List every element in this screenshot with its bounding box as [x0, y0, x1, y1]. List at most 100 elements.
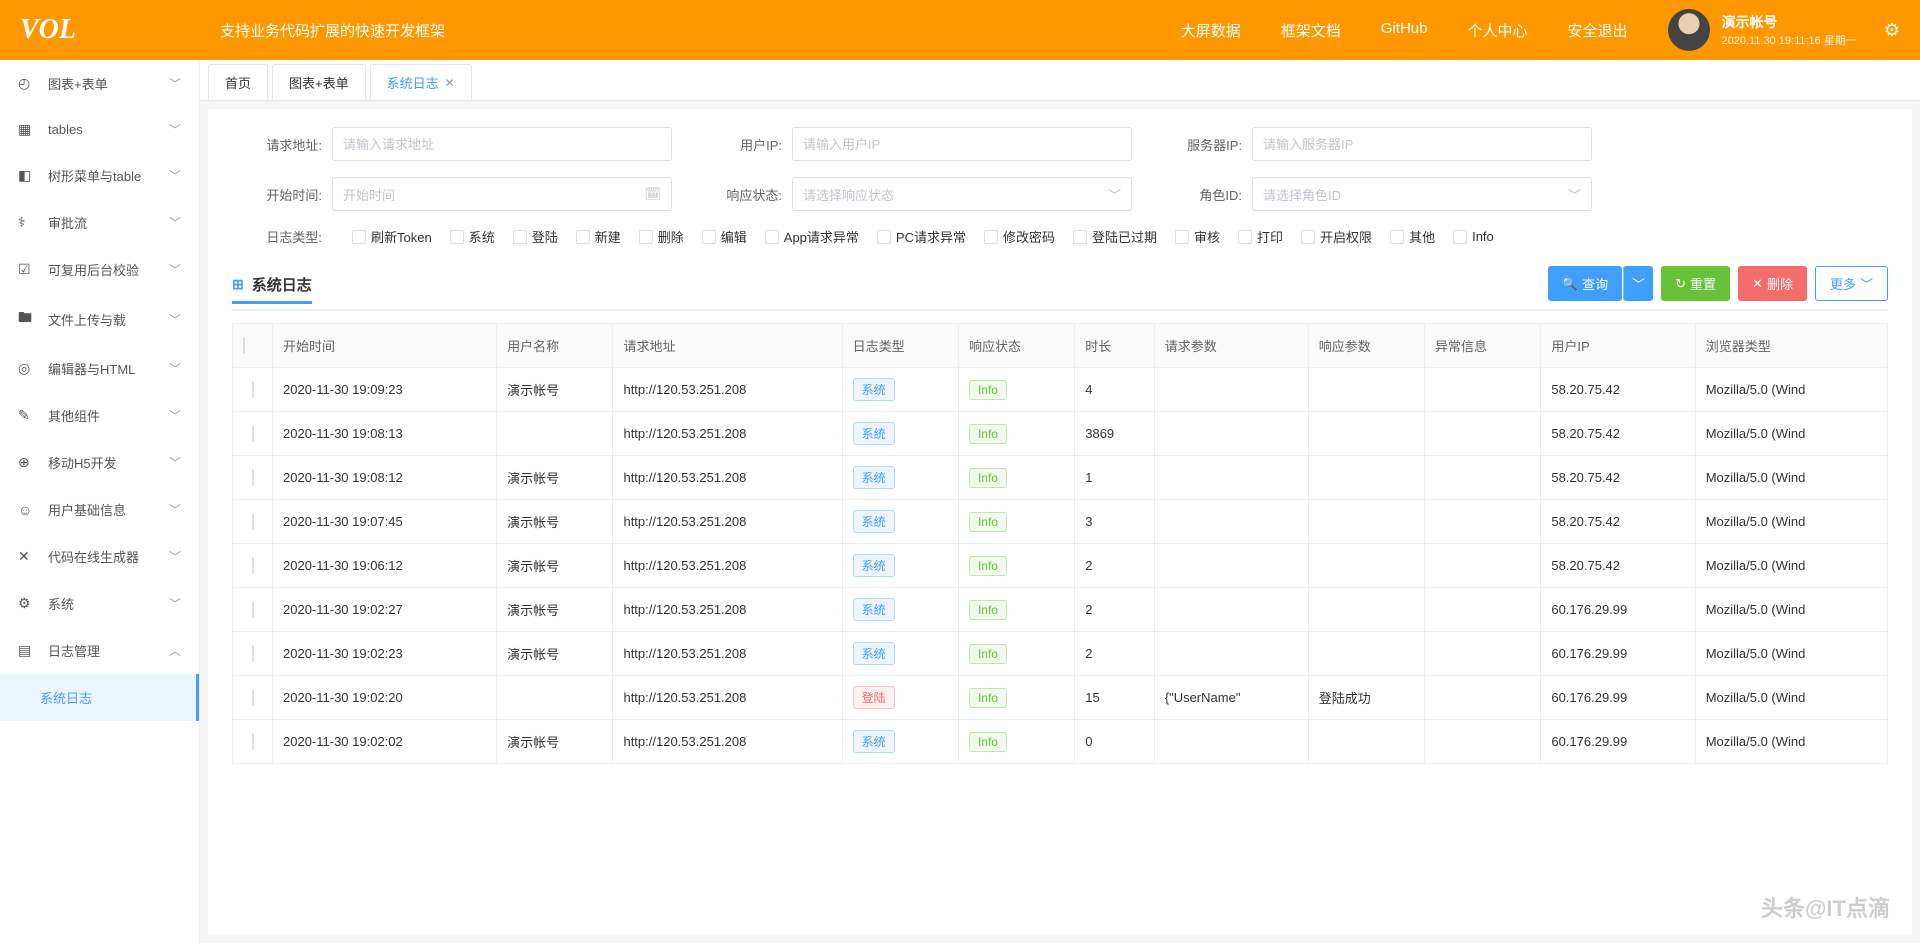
table-row[interactable]: 2020-11-30 19:02:23 演示帐号 http://120.53.2… [233, 632, 1888, 676]
user-area: 演示帐号 2020.11.30 19:11:16 星期一 ⚙ [1668, 9, 1901, 51]
checkbox-item[interactable]: 删除 [639, 227, 684, 246]
sidebar-item[interactable]: ✎其他组件﹀ [0, 392, 199, 439]
gear-icon[interactable]: ⚙ [1884, 20, 1900, 41]
row-checkbox[interactable] [233, 500, 273, 544]
top-nav-item[interactable]: GitHub [1381, 20, 1428, 41]
checkbox-item[interactable]: Info [1453, 229, 1494, 244]
checkbox-item[interactable]: 其他 [1390, 227, 1435, 246]
search-button[interactable]: 🔍查询 [1548, 266, 1622, 301]
checkbox-label: 开启权限 [1320, 227, 1372, 246]
sidebar-item[interactable]: ⊕移动H5开发﹀ [0, 439, 199, 486]
checkbox-item[interactable]: 刷新Token [352, 227, 432, 246]
sidebar-item-label: 图表+表单 [48, 74, 169, 93]
top-nav-item[interactable]: 框架文档 [1281, 20, 1341, 41]
table-row[interactable]: 2020-11-30 19:09:23 演示帐号 http://120.53.2… [233, 368, 1888, 412]
sidebar-item[interactable]: ◎编辑器与HTML﹀ [0, 345, 199, 392]
cell-browser: Mozilla/5.0 (Wind [1695, 500, 1887, 544]
sidebar-item[interactable]: ◧树形菜单与table﹀ [0, 152, 199, 199]
cell-browser: Mozilla/5.0 (Wind [1695, 412, 1887, 456]
cell-type: 系统 [842, 456, 958, 500]
reset-button[interactable]: ↻重置 [1661, 266, 1730, 301]
table-row[interactable]: 2020-11-30 19:07:45 演示帐号 http://120.53.2… [233, 500, 1888, 544]
user-ip-input[interactable] [792, 127, 1132, 161]
cell-status: Info [958, 720, 1074, 764]
button-group: 🔍查询 ﹀ ↻重置 ✕删除 更多 ﹀ [1548, 266, 1888, 301]
checkbox-item[interactable]: 开启权限 [1301, 227, 1372, 246]
response-status-select[interactable]: 请选择响应状态 ﹀ [792, 177, 1132, 211]
tab[interactable]: 系统日志 ✕ [370, 64, 472, 100]
checkbox-item[interactable]: 新建 [576, 227, 621, 246]
top-nav-item[interactable]: 个人中心 [1467, 20, 1527, 41]
type-tag: 系统 [853, 378, 895, 401]
checkbox-item[interactable]: 登陆 [513, 227, 558, 246]
cell-ip: 58.20.75.42 [1541, 412, 1695, 456]
table-header: 响应参数 [1308, 324, 1424, 368]
cell-res [1308, 720, 1424, 764]
select-all-header[interactable] [233, 324, 273, 368]
checkbox-item[interactable]: 系统 [450, 227, 495, 246]
row-checkbox[interactable] [233, 720, 273, 764]
checkbox-item[interactable]: App请求异常 [765, 227, 859, 246]
sidebar-item[interactable]: ⚕审批流﹀ [0, 199, 199, 246]
cell-duration: 2 [1075, 544, 1155, 588]
sidebar-item[interactable]: ⚙系统﹀ [0, 580, 199, 627]
sidebar-item-label: 树形菜单与table [48, 166, 169, 185]
type-tag: 系统 [853, 422, 895, 445]
tab[interactable]: 图表+表单 [272, 64, 366, 100]
cell-type: 系统 [842, 588, 958, 632]
row-checkbox[interactable] [233, 544, 273, 588]
start-time-label: 开始时间: [232, 185, 322, 204]
delete-button[interactable]: ✕删除 [1738, 266, 1807, 301]
checkbox-item[interactable]: 登陆已过期 [1073, 227, 1157, 246]
request-url-input[interactable] [332, 127, 672, 161]
checkbox-box [639, 230, 653, 244]
checkbox-label: 删除 [658, 227, 684, 246]
row-checkbox[interactable] [233, 632, 273, 676]
table-row[interactable]: 2020-11-30 19:08:13 http://120.53.251.20… [233, 412, 1888, 456]
tab[interactable]: 首页 [208, 64, 268, 100]
sidebar-item[interactable]: ☺用户基础信息﹀ [0, 486, 199, 533]
row-checkbox[interactable] [233, 368, 273, 412]
checkbox-item[interactable]: 审核 [1175, 227, 1220, 246]
table-row[interactable]: 2020-11-30 19:02:02 演示帐号 http://120.53.2… [233, 720, 1888, 764]
table-header: 用户名称 [497, 324, 613, 368]
row-checkbox[interactable] [233, 456, 273, 500]
sidebar-item-active[interactable]: 系统日志 [0, 674, 199, 721]
server-ip-input[interactable] [1252, 127, 1592, 161]
checkbox-item[interactable]: PC请求异常 [877, 227, 966, 246]
cell-url: http://120.53.251.208 [613, 632, 842, 676]
sidebar-item[interactable]: ▤日志管理︿ [0, 627, 199, 674]
search-dropdown-button[interactable]: ﹀ [1623, 266, 1653, 301]
sidebar-item[interactable]: ◴图表+表单﹀ [0, 60, 199, 107]
top-nav-item[interactable]: 安全退出 [1567, 20, 1627, 41]
cell-duration: 15 [1075, 676, 1155, 720]
checkbox-item[interactable]: 修改密码 [984, 227, 1055, 246]
avatar[interactable] [1668, 9, 1710, 51]
checkbox-box [765, 230, 779, 244]
tab-label: 首页 [225, 73, 251, 92]
tab-label: 系统日志 [387, 73, 439, 92]
sidebar-item[interactable]: ☑可复用后台校验﹀ [0, 246, 199, 293]
row-checkbox[interactable] [233, 676, 273, 720]
role-id-select[interactable]: 请选择角色ID ﹀ [1252, 177, 1592, 211]
table-row[interactable]: 2020-11-30 19:06:12 演示帐号 http://120.53.2… [233, 544, 1888, 588]
row-checkbox[interactable] [233, 412, 273, 456]
cell-ip: 58.20.75.42 [1541, 368, 1695, 412]
table-row[interactable]: 2020-11-30 19:02:27 演示帐号 http://120.53.2… [233, 588, 1888, 632]
cell-err [1425, 544, 1541, 588]
sidebar-item[interactable]: ✕代码在线生成器﹀ [0, 533, 199, 580]
top-nav-item[interactable]: 大屏数据 [1181, 20, 1241, 41]
type-tag: 系统 [853, 554, 895, 577]
table-row[interactable]: 2020-11-30 19:02:20 http://120.53.251.20… [233, 676, 1888, 720]
sidebar-item[interactable]: 🖿文件上传与载﹀ [0, 293, 199, 345]
sidebar-item[interactable]: ▦tables﹀ [0, 107, 199, 152]
table-row[interactable]: 2020-11-30 19:08:12 演示帐号 http://120.53.2… [233, 456, 1888, 500]
checkbox-item[interactable]: 打印 [1238, 227, 1283, 246]
row-checkbox[interactable] [233, 588, 273, 632]
checkbox-item[interactable]: 编辑 [702, 227, 747, 246]
close-icon[interactable]: ✕ [445, 76, 455, 90]
more-button[interactable]: 更多 ﹀ [1815, 266, 1888, 301]
start-time-input[interactable]: 开始时间 🗓 [332, 177, 672, 211]
cell-duration: 2 [1075, 588, 1155, 632]
checkbox-label: 审核 [1194, 227, 1220, 246]
